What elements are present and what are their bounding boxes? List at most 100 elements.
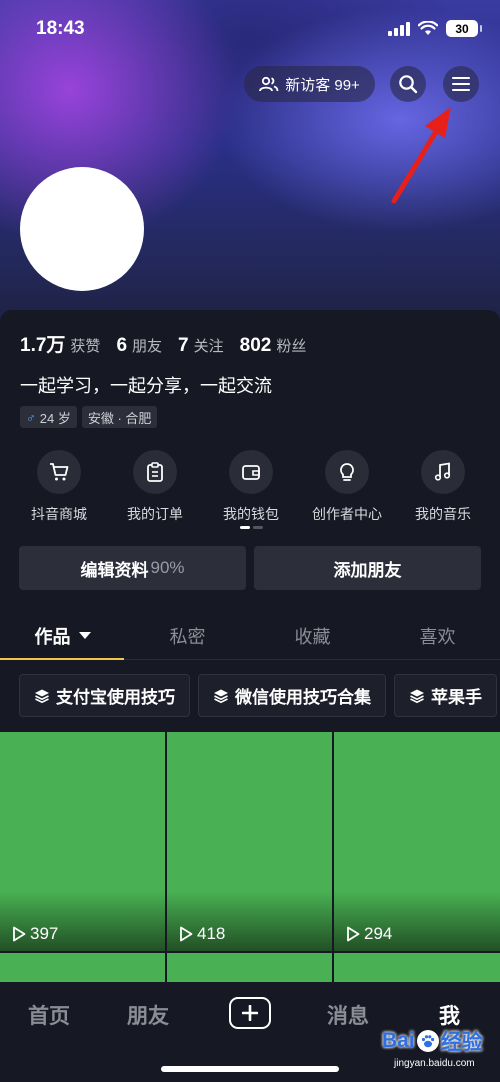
signal-icon — [388, 21, 410, 36]
quick-action-mall[interactable]: 抖音商城 — [11, 450, 107, 524]
collection-chip[interactable]: 苹果手 — [394, 674, 497, 717]
stat-value: 802 — [239, 335, 272, 356]
collection-chip[interactable]: 支付宝使用技巧 — [19, 674, 190, 717]
status-icons: 30 — [388, 20, 482, 37]
stat-followers[interactable]: 802 粉丝 — [240, 335, 307, 357]
tab-private[interactable]: 私密 — [125, 612, 250, 659]
profile-buttons: 编辑资料 90% 添加朋友 — [19, 546, 481, 590]
play-count: 294 — [346, 924, 392, 944]
video-thumbnail[interactable] — [167, 953, 332, 982]
video-thumbnail[interactable] — [334, 953, 500, 982]
baidu-jingyan-watermark: Bai 经验 jingyan.baidu.com — [382, 1026, 500, 1082]
cart-icon — [37, 450, 81, 494]
location-label: 安徽 · 合肥 — [87, 410, 152, 426]
play-count-value: 294 — [364, 924, 393, 943]
avatar[interactable] — [20, 167, 144, 291]
menu-button[interactable] — [443, 66, 479, 102]
edit-profile-label: 编辑资料 — [80, 560, 149, 580]
layers-icon — [214, 689, 228, 703]
profile-tags: ♂ 24 岁 安徽 · 合肥 — [20, 406, 158, 428]
stat-label: 粉丝 — [276, 338, 307, 355]
create-post-button[interactable] — [229, 997, 271, 1029]
order-icon — [133, 450, 177, 494]
collection-chip-label: 微信使用技巧合集 — [235, 688, 371, 707]
video-grid: 397 418 294 — [0, 732, 500, 982]
stat-value: 6 — [116, 335, 128, 356]
quick-actions-pager — [240, 526, 263, 529]
tab-label: 私密 — [169, 626, 206, 647]
nav-home[interactable]: 首页 — [28, 1000, 70, 1030]
music-icon — [421, 450, 465, 494]
play-count-value: 418 — [197, 924, 226, 943]
lightbulb-icon — [325, 450, 369, 494]
watermark-brand-right: 经验 — [440, 1031, 483, 1054]
search-button[interactable] — [390, 66, 426, 102]
age-label: 24 岁 — [39, 410, 71, 426]
stat-value: 7 — [178, 335, 189, 356]
collection-chips: 支付宝使用技巧 微信使用技巧合集 苹果手 — [19, 674, 497, 717]
stat-likes[interactable]: 1.7万 获赞 — [20, 330, 100, 357]
age-tag: ♂ 24 岁 — [20, 406, 77, 428]
tab-label: 喜欢 — [419, 626, 456, 647]
hamburger-menu-icon — [452, 77, 470, 91]
watermark-brand-left: Bai — [382, 1029, 415, 1052]
watermark-url: jingyan.baidu.com — [394, 1058, 475, 1069]
quick-action-creator[interactable]: 创作者中心 — [299, 450, 395, 524]
quick-action-wallet[interactable]: 我的钱包 — [203, 450, 299, 524]
home-indicator — [161, 1066, 339, 1072]
tab-favorites[interactable]: 收藏 — [250, 612, 375, 659]
caret-down-icon — [78, 632, 91, 639]
layers-icon — [35, 689, 49, 703]
nav-messages[interactable]: 消息 — [327, 1000, 369, 1030]
plus-icon — [242, 1005, 258, 1021]
add-friend-button[interactable]: 添加朋友 — [254, 546, 481, 590]
profile-bio[interactable]: 一起学习，一起分享，一起交流 — [20, 372, 272, 398]
nav-friends[interactable]: 朋友 — [127, 1000, 169, 1030]
new-visitors-button[interactable]: 新访客 99+ — [244, 66, 375, 102]
play-icon — [13, 926, 26, 942]
quick-action-label: 创作者中心 — [312, 506, 382, 522]
video-thumbnail[interactable] — [0, 953, 165, 982]
male-icon: ♂ — [26, 409, 36, 425]
tab-works[interactable]: 作品 — [0, 612, 125, 660]
status-bar: 18:43 30 — [0, 0, 500, 60]
status-time: 18:43 — [36, 18, 85, 39]
tab-label: 收藏 — [294, 626, 331, 647]
wifi-icon — [418, 21, 438, 35]
quick-actions: 抖音商城 我的订单 我的钱包 创作者中心 我的音乐 — [0, 450, 500, 524]
stat-label: 朋友 — [132, 338, 163, 355]
profile-completion: 90% — [150, 558, 185, 577]
quick-action-orders[interactable]: 我的订单 — [107, 450, 203, 524]
quick-action-label: 我的钱包 — [223, 506, 279, 522]
stat-label: 关注 — [193, 338, 224, 355]
stat-friends[interactable]: 6 朋友 — [116, 335, 162, 357]
search-icon — [399, 75, 418, 94]
video-thumbnail[interactable]: 397 — [0, 732, 165, 951]
content-tabs: 作品 私密 收藏 喜欢 — [0, 612, 500, 660]
location-tag: 安徽 · 合肥 — [81, 406, 158, 428]
play-icon — [347, 926, 360, 942]
stat-value: 1.7万 — [20, 335, 66, 356]
quick-action-label: 我的音乐 — [415, 506, 471, 522]
quick-action-music[interactable]: 我的音乐 — [395, 450, 491, 524]
quick-action-label: 抖音商城 — [31, 506, 87, 522]
battery-icon: 30 — [446, 20, 482, 37]
tab-likes[interactable]: 喜欢 — [375, 612, 500, 659]
play-count: 418 — [179, 924, 225, 944]
new-visitors-label: 新访客 99+ — [285, 76, 360, 94]
paw-icon — [416, 1030, 439, 1052]
collection-chip[interactable]: 微信使用技巧合集 — [198, 674, 386, 717]
stat-label: 获赞 — [70, 338, 101, 355]
video-thumbnail[interactable]: 418 — [167, 732, 332, 951]
edit-profile-button[interactable]: 编辑资料 90% — [19, 546, 246, 590]
wallet-icon — [229, 450, 273, 494]
play-icon — [180, 926, 193, 942]
tab-label: 作品 — [34, 626, 71, 647]
users-icon — [259, 76, 279, 92]
play-count-value: 397 — [30, 924, 59, 943]
stat-following[interactable]: 7 关注 — [178, 335, 224, 357]
video-thumbnail[interactable]: 294 — [334, 732, 500, 951]
quick-action-label: 我的订单 — [127, 506, 183, 522]
profile-stats: 1.7万 获赞 6 朋友 7 关注 802 粉丝 — [20, 330, 322, 357]
collection-chip-label: 苹果手 — [431, 688, 482, 707]
